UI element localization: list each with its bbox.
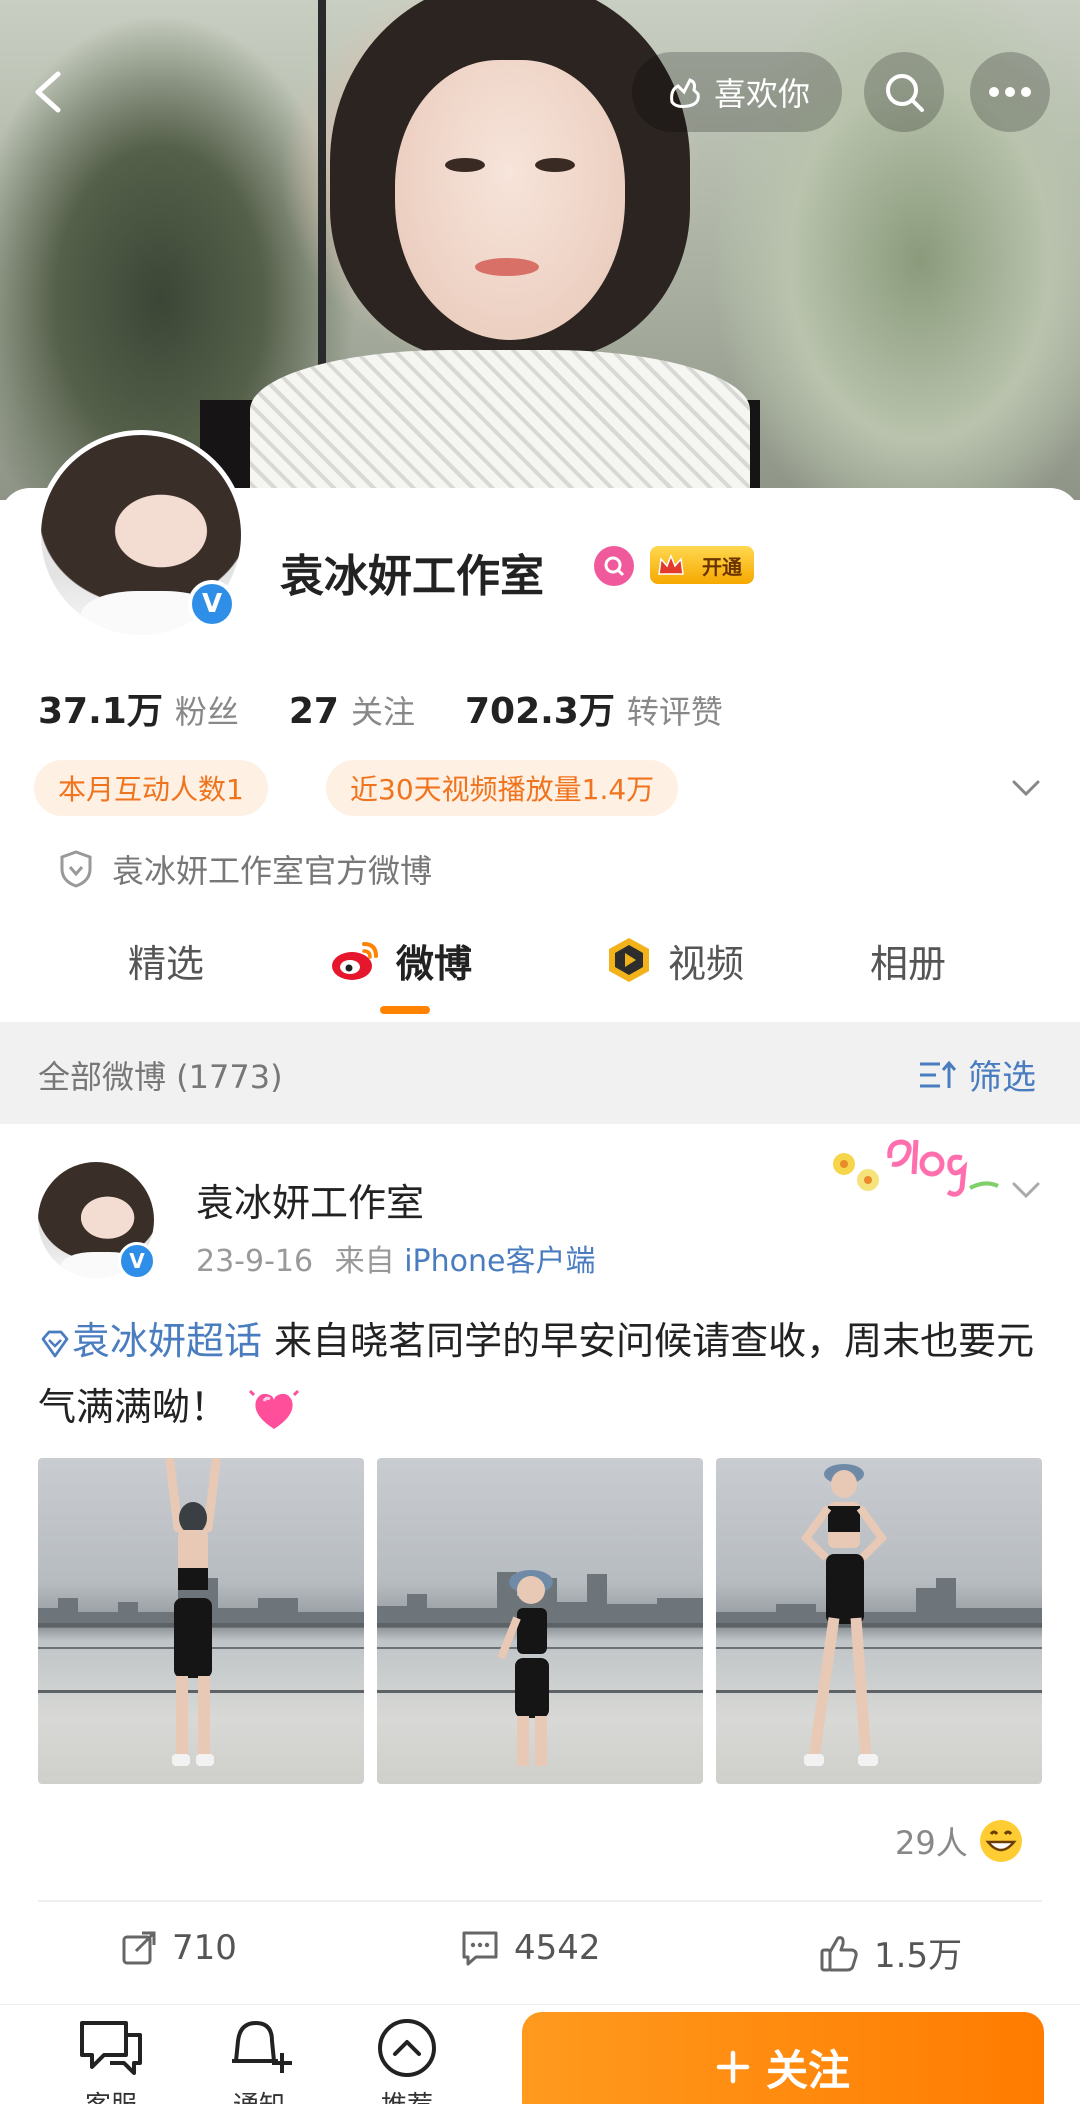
customer-service-button[interactable]: 客服 [66,2017,156,2104]
filter-button[interactable]: 筛选 [918,1050,1036,1099]
feed-filter-bar: 全部微博 (1773) 筛选 [0,1022,1080,1124]
post-menu-chevron-icon[interactable] [1008,1172,1044,1208]
share-icon [122,1931,156,1965]
likers-count: 29人 [895,1824,968,1862]
cover-collar [250,350,750,500]
active-tab-indicator [380,1006,430,1014]
post-count-label: 全部微博 (1773) [38,1058,283,1096]
profile-avatar[interactable]: V [36,430,246,640]
official-description: 袁冰妍工作室官方微博 [58,846,432,892]
supertopic-link[interactable]: 袁冰妍超话 [38,1319,262,1363]
post-source[interactable]: iPhone客户端 [404,1244,595,1279]
cover-face [395,60,625,340]
follow-label: 关注 [765,2045,850,2095]
repost-count: 710 [172,1928,237,1968]
search-button[interactable] [864,52,944,132]
following-label[interactable]: 关注 [351,687,415,733]
post-author-avatar[interactable]: V [38,1162,156,1280]
superfan-icon[interactable] [594,546,634,586]
umbrella-handle [318,0,326,390]
post-meta: 23-9-16 来自 iPhone客户端 [196,1236,595,1280]
profile-tabs: 精选 微博 视频 相册 [0,930,1080,1020]
comment-button[interactable]: 4542 [460,1928,601,1968]
thumbs-up-icon [820,1935,858,1971]
crown-icon [658,553,684,575]
repost-button[interactable]: 710 [120,1928,237,1968]
person-image [800,1464,888,1766]
chat-bubbles-icon [80,2021,142,2075]
comment-count: 4542 [514,1928,601,1968]
back-button[interactable] [28,70,72,114]
video-views-tag[interactable]: 近30天视频播放量1.4万 [326,760,679,816]
vip-open-badge[interactable]: 开通 [650,546,754,584]
like-you-button[interactable]: 喜欢你 [632,52,842,132]
more-dots-icon [989,87,1031,97]
vip-label: 开通 [702,554,742,579]
chevron-up-circle-icon [378,2019,436,2077]
followers-count[interactable]: 37.1万 [38,682,163,734]
plog-sticker-icon [830,1128,1000,1208]
engagement-label: 转评赞 [626,693,723,731]
person-image [497,1570,553,1766]
tab-weibo[interactable]: 微博 [330,930,472,990]
grin-emoji-icon [979,1820,1022,1862]
profile-name: 袁冰妍工作室 [280,551,544,602]
recommend-button[interactable]: 推荐 [362,2017,452,2104]
profile-stats: 37.1万 粉丝 27 关注 702.3万 转评赞 [38,682,773,734]
official-text: 袁冰妍工作室官方微博 [112,852,433,890]
hand-heart-icon [670,78,700,108]
weibo-logo-icon [332,942,378,980]
post-photo-2[interactable] [377,1458,703,1784]
like-button[interactable]: 1.5万 [818,1928,962,1977]
post-divider [38,1900,1042,1902]
cover-eye-left [445,158,485,172]
diamond-icon [41,1330,69,1357]
sparkling-heart-icon [249,1389,300,1429]
tab-album[interactable]: 相册 [870,930,946,990]
expand-chevron-icon[interactable] [1008,770,1044,806]
post-likers[interactable]: 29人 [895,1818,1024,1864]
like-you-label: 喜欢你 [713,75,810,113]
post-actions: 710 4542 1.5万 [0,1918,1080,1982]
cover-lips [475,258,539,276]
plus-icon [716,2050,750,2084]
post-photo-1[interactable] [38,1458,364,1784]
post-verified-badge-icon: V [118,1242,156,1280]
tab-video[interactable]: 视频 [604,930,744,990]
filter-icon [920,1060,957,1088]
video-icon [609,938,649,982]
bell-plus-icon [232,2021,292,2073]
following-count[interactable]: 27 [289,691,339,732]
more-button[interactable] [970,52,1050,132]
post-author-name[interactable]: 袁冰妍工作室 [196,1172,424,1227]
search-icon [886,74,924,112]
follow-button[interactable]: 关注 [522,2012,1044,2104]
comment-icon [462,1931,498,1966]
engagement-count: 702.3万 [464,691,615,732]
followers-label[interactable]: 粉丝 [175,687,239,733]
post-from-prefix: 来自 [334,1244,395,1279]
like-count: 1.5万 [874,1936,963,1976]
back-arrow-icon [35,71,61,113]
verified-badge-icon: V [188,580,236,628]
post-date: 23-9-16 [196,1244,314,1279]
notification-button[interactable]: 通知 [214,2017,304,2104]
post-photo-3[interactable] [716,1458,1042,1784]
tab-featured[interactable]: 精选 [128,930,204,990]
person-image [165,1458,221,1766]
post-text: 袁冰妍超话 来自晓茗同学的早安问候请查收，周末也要元气满满呦！ [38,1308,1048,1440]
shield-icon [60,850,92,888]
cover-eye-right [535,158,575,172]
monthly-interaction-tag[interactable]: 本月互动人数1 [34,760,268,816]
